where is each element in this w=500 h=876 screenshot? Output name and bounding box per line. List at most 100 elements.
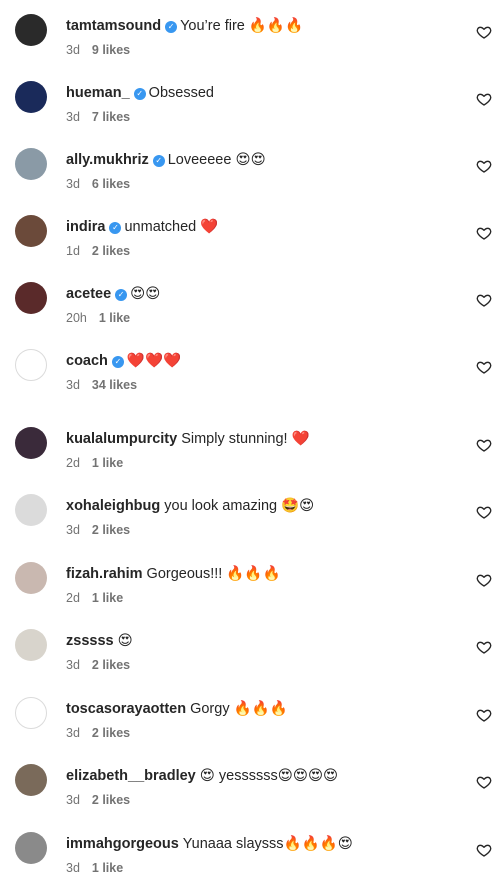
comment-body: fizah.rahim Gorgeous!!! 🔥🔥🔥 2d 1 like: [66, 564, 460, 606]
comment-text: Gorgy 🔥🔥🔥: [190, 701, 288, 717]
heart-outline-icon[interactable]: [476, 225, 492, 241]
heart-outline-icon[interactable]: [476, 572, 492, 588]
avatar[interactable]: [15, 832, 47, 864]
heart-outline-icon[interactable]: [476, 91, 492, 107]
heart-outline-icon[interactable]: [476, 639, 492, 655]
timestamp: 3d: [66, 793, 80, 807]
username-link[interactable]: kualalumpurcity: [66, 431, 177, 447]
timestamp: 20h: [66, 311, 87, 325]
heart-outline-icon[interactable]: [476, 292, 492, 308]
comment-line: kualalumpurcity Simply stunning! ❤️: [66, 429, 460, 449]
avatar[interactable]: [15, 764, 47, 796]
likes-count[interactable]: 1 like: [92, 861, 123, 875]
comment-line: tamtamsound ✓ You’re fire 🔥🔥🔥: [66, 16, 460, 36]
comment-body: toscasorayaotten Gorgy 🔥🔥🔥 3d 2 likes: [66, 699, 460, 741]
comment-text: Yunaaa slaysss🔥🔥🔥😍: [182, 836, 353, 852]
likes-count[interactable]: 6 likes: [92, 177, 130, 191]
comment-meta: 3d 2 likes: [66, 792, 460, 808]
avatar[interactable]: [15, 81, 47, 113]
username-link[interactable]: immahgorgeous: [66, 836, 179, 852]
comment-body: xohaleighbug you look amazing 🤩😍 3d 2 likes: [66, 496, 460, 538]
timestamp: 2d: [66, 591, 80, 605]
timestamp: 1d: [66, 244, 80, 258]
verified-badge-icon: ✓: [115, 289, 128, 301]
username-link[interactable]: acetee: [66, 286, 111, 302]
comment-line: hueman_ ✓ Obsessed: [66, 83, 460, 103]
comment-meta: 3d 2 likes: [66, 522, 460, 538]
likes-count[interactable]: 34 likes: [92, 378, 137, 392]
timestamp: 3d: [66, 378, 80, 392]
comment-meta: 3d 6 likes: [66, 176, 460, 192]
likes-count[interactable]: 2 likes: [92, 523, 130, 537]
timestamp: 2d: [66, 456, 80, 470]
avatar[interactable]: [15, 282, 47, 314]
likes-count[interactable]: 7 likes: [92, 110, 130, 124]
heart-outline-icon[interactable]: [476, 774, 492, 790]
likes-count[interactable]: 2 likes: [92, 658, 130, 672]
heart-outline-icon[interactable]: [476, 707, 492, 723]
comment-meta: 3d 34 likes: [66, 377, 460, 393]
likes-count[interactable]: 9 likes: [92, 43, 130, 57]
username-link[interactable]: toscasorayaotten: [66, 701, 186, 717]
avatar[interactable]: [15, 494, 47, 526]
likes-count[interactable]: 1 like: [92, 456, 123, 470]
comment-meta: 3d 9 likes: [66, 42, 460, 58]
comment-body: tamtamsound ✓ You’re fire 🔥🔥🔥 3d 9 likes: [66, 16, 460, 58]
likes-count[interactable]: 2 likes: [92, 793, 130, 807]
comment-meta: 1d 2 likes: [66, 243, 460, 259]
likes-count[interactable]: 1 like: [99, 311, 130, 325]
avatar[interactable]: [15, 697, 47, 729]
heart-outline-icon[interactable]: [476, 158, 492, 174]
avatar[interactable]: [15, 349, 47, 381]
verified-badge-icon: ✓: [152, 155, 165, 167]
comment-text: You’re fire 🔥🔥🔥: [180, 18, 304, 34]
avatar[interactable]: [15, 14, 47, 46]
comment-text: Obsessed: [148, 85, 214, 101]
username-link[interactable]: coach: [66, 353, 108, 369]
likes-count[interactable]: 2 likes: [92, 244, 130, 258]
comment-text: 😍 yessssss😍😍😍😍: [199, 768, 339, 784]
username-link[interactable]: tamtamsound: [66, 18, 161, 34]
heart-outline-icon[interactable]: [476, 24, 492, 40]
username-link[interactable]: ally.mukhriz: [66, 152, 149, 168]
comment-text: 😍😍: [130, 286, 161, 302]
comment-line: immahgorgeous Yunaaa slaysss🔥🔥🔥😍: [66, 834, 460, 854]
comment-body: hueman_ ✓ Obsessed 3d 7 likes: [66, 83, 460, 125]
username-link[interactable]: fizah.rahim: [66, 566, 143, 582]
verified-badge-icon: ✓: [133, 88, 146, 100]
avatar[interactable]: [15, 215, 47, 247]
comment-text: you look amazing 🤩😍: [164, 498, 315, 514]
verified-badge-icon: ✓: [165, 21, 178, 33]
likes-count[interactable]: 2 likes: [92, 726, 130, 740]
avatar[interactable]: [15, 148, 47, 180]
comment-meta: 3d 7 likes: [66, 109, 460, 125]
username-link[interactable]: elizabeth__bradley: [66, 768, 196, 784]
heart-outline-icon[interactable]: [476, 842, 492, 858]
heart-outline-icon[interactable]: [476, 504, 492, 520]
comment-meta: 3d 2 likes: [66, 657, 460, 673]
comment-text: 😍: [117, 633, 133, 649]
verified-badge-icon: ✓: [109, 222, 122, 234]
comment-body: ally.mukhriz ✓ Loveeeee 😍😍 3d 6 likes: [66, 150, 460, 192]
username-link[interactable]: indira: [66, 219, 105, 235]
comment-line: acetee ✓ 😍😍: [66, 284, 460, 304]
comment-line: zsssss 😍: [66, 631, 460, 651]
timestamp: 3d: [66, 523, 80, 537]
comment-line: fizah.rahim Gorgeous!!! 🔥🔥🔥: [66, 564, 460, 584]
comment-body: elizabeth__bradley 😍 yessssss😍😍😍😍 3d 2 like…: [66, 766, 460, 808]
username-link[interactable]: zsssss: [66, 633, 114, 649]
avatar[interactable]: [15, 562, 47, 594]
heart-outline-icon[interactable]: [476, 437, 492, 453]
likes-count[interactable]: 1 like: [92, 591, 123, 605]
avatar[interactable]: [15, 629, 47, 661]
username-link[interactable]: hueman_: [66, 85, 130, 101]
comment-meta: 2d 1 like: [66, 590, 460, 606]
comment-line: xohaleighbug you look amazing 🤩😍: [66, 496, 460, 516]
username-link[interactable]: xohaleighbug: [66, 498, 160, 514]
heart-outline-icon[interactable]: [476, 359, 492, 375]
timestamp: 3d: [66, 658, 80, 672]
timestamp: 3d: [66, 861, 80, 875]
comment-text: Loveeeee 😍😍: [167, 152, 266, 168]
comment-line: indira ✓ unmatched ❤️: [66, 217, 460, 237]
avatar[interactable]: [15, 427, 47, 459]
